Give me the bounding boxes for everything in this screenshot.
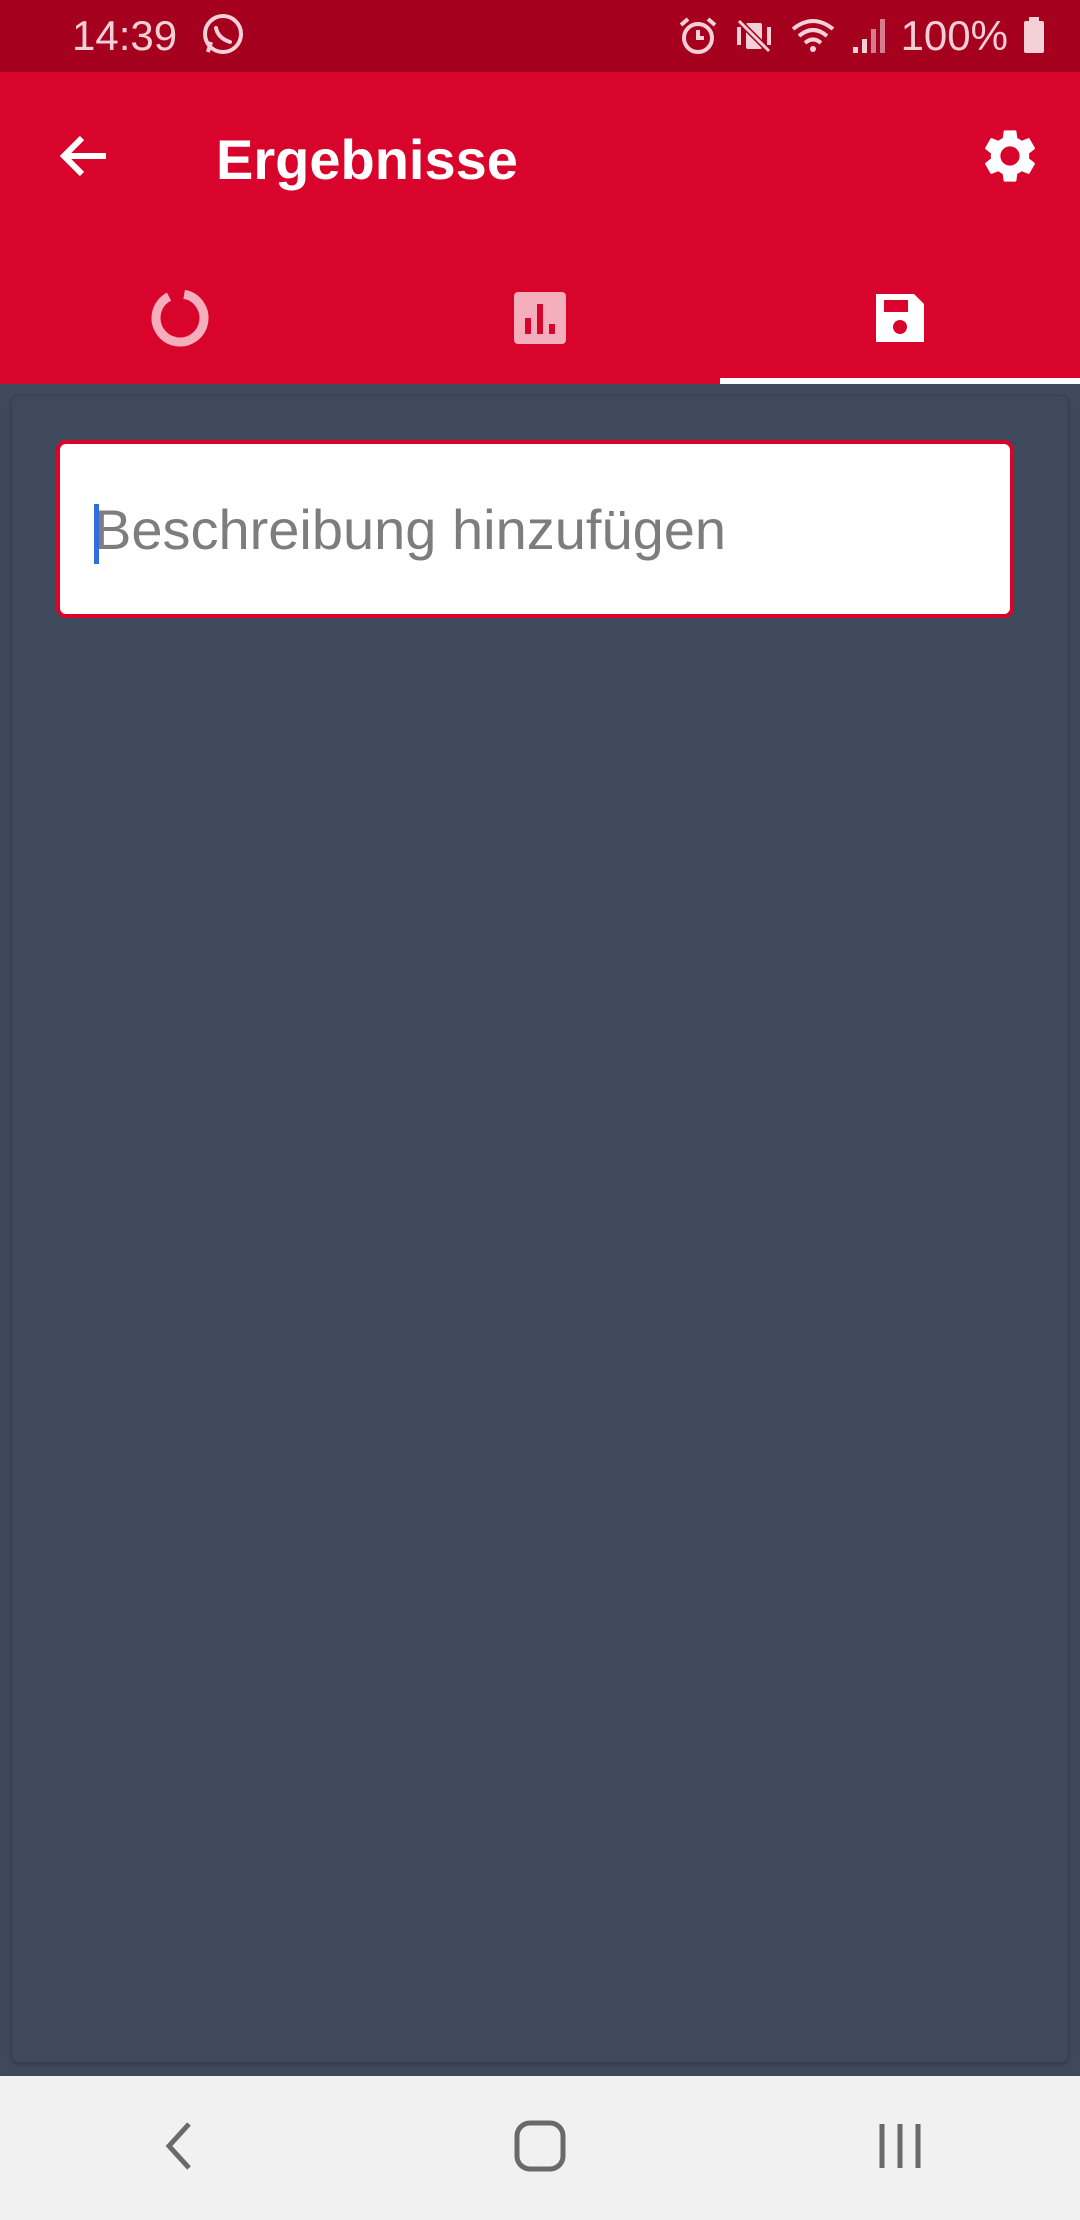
nav-back-button[interactable] [120,2088,240,2208]
description-field-container [56,440,1014,618]
whatsapp-icon [200,12,246,58]
content-card [12,396,1068,2062]
tab-statistics[interactable] [360,256,720,384]
status-bar: 14:39 100% [0,0,1080,72]
status-time: 14:39 [72,12,178,59]
tab-bar [0,256,1080,384]
alarm-icon [677,15,719,57]
tab-save[interactable] [720,256,1080,384]
back-button[interactable] [46,120,122,196]
signal-icon [851,15,887,57]
description-input[interactable] [60,444,1010,614]
save-icon [870,288,930,353]
donut-chart-icon [148,286,212,355]
tab-overview[interactable] [0,256,360,384]
arrow-back-icon [56,128,112,189]
tab-indicator [720,378,1080,384]
nav-recents-icon [870,2116,930,2181]
gear-icon [978,124,1042,193]
app-bar: Ergebnisse [0,72,1080,384]
nav-home-icon [510,2116,570,2181]
status-icons: 100% [677,10,1046,62]
page-title: Ergebnisse [216,128,518,191]
nav-home-button[interactable] [480,2088,600,2208]
battery-icon [1022,15,1046,57]
battery-percent: 100% [900,12,1008,59]
vibrate-off-icon [733,15,775,57]
nav-back-icon [155,2116,205,2181]
text-cursor [94,504,99,564]
wifi-icon [789,15,837,57]
system-nav-bar [0,2076,1080,2220]
bar-chart-icon [510,288,570,353]
nav-recents-button[interactable] [840,2088,960,2208]
settings-button[interactable] [968,116,1052,200]
